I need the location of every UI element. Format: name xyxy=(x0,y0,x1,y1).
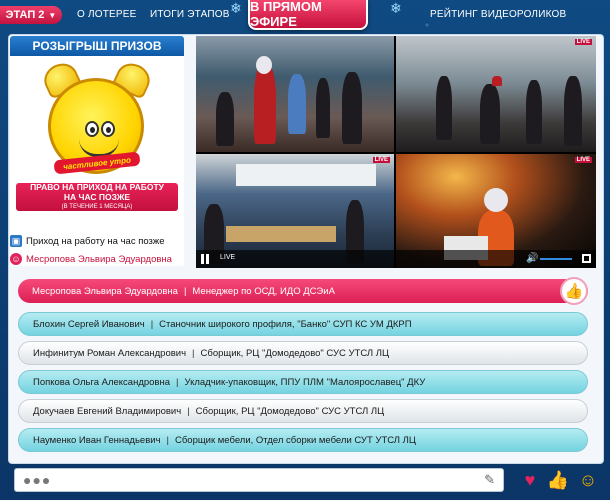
alarm-clock-image: частливое утро xyxy=(10,56,184,181)
winner-name: Попкова Ольга Александровна xyxy=(33,376,171,388)
banner-wall xyxy=(236,164,376,186)
winner-row[interactable]: Попкова Ольга Александровна | Укладчик-у… xyxy=(18,370,588,394)
pencil-icon[interactable]: ✎ xyxy=(484,472,495,488)
winner-name: Блохин Сергей Иванович xyxy=(33,318,145,330)
nav-about-lottery[interactable]: О ЛОТЕРЕЕ xyxy=(77,9,137,20)
gift-icon: ▣ xyxy=(10,235,22,247)
player-controls: LIVE 🔊 xyxy=(196,250,596,268)
camera-logo-tag: LIVE xyxy=(372,157,390,163)
winner-role: Сборщик мебели, Отдел сборки мебели СУТ … xyxy=(174,434,416,446)
winner-name: Докучаев Евгений Владимирович xyxy=(33,405,182,417)
food-table xyxy=(226,226,336,242)
winner-name: Науменко Иван Геннадьевич xyxy=(33,434,161,446)
winner-row[interactable]: Блохин Сергей Иванович | Станочник широк… xyxy=(18,312,588,336)
stage-selector[interactable]: ЭТАП 2 ▼ xyxy=(0,6,62,24)
person-figure xyxy=(484,188,508,212)
chevron-down-icon: ▼ xyxy=(48,10,57,20)
person-figure xyxy=(526,80,542,144)
winner-name: Инфинитум Роман Александрович xyxy=(33,347,187,359)
heart-icon[interactable]: ♥ xyxy=(518,468,542,492)
prize-title: РОЗЫГРЫШ ПРИЗОВ xyxy=(10,36,184,56)
winner-role: Сборщик, РЦ "Домодедово" СУС УТСЛ ЛЦ xyxy=(200,347,390,359)
person-figure xyxy=(436,76,452,140)
camera-feed-2: LIVE xyxy=(396,36,596,152)
prize-caption: ПРАВО НА ПРИХОД НА РАБОТУ НА ЧАС ПОЗЖЕ (… xyxy=(16,182,178,211)
eye-icon xyxy=(85,121,99,137)
winner-row[interactable]: Докучаев Евгений Владимирович | Сборщик,… xyxy=(18,399,588,423)
prize-caption-line2: НА ЧАС ПОЗЖЕ xyxy=(63,192,131,202)
person-figure xyxy=(564,76,582,146)
person-figure xyxy=(254,64,276,144)
nav-stage-results[interactable]: ИТОГИ ЭТАПОВ xyxy=(150,9,230,20)
live-video-player[interactable]: LIVE LIVE LIVE LIVE 🔊 xyxy=(196,36,596,268)
person-figure xyxy=(342,72,362,144)
winner-row[interactable]: Науменко Иван Геннадьевич | Сборщик мебе… xyxy=(18,428,588,452)
person-figure xyxy=(480,84,500,144)
winner-row[interactable]: Инфинитум Роман Александрович | Сборщик,… xyxy=(18,341,588,365)
separator: | xyxy=(187,405,190,417)
person-figure xyxy=(492,76,502,86)
separator: | xyxy=(183,285,187,297)
pause-icon[interactable] xyxy=(200,254,210,264)
nav-live-broadcast[interactable]: В ПРЯМОМ ЭФИРЕ xyxy=(248,0,368,30)
volume-icon[interactable]: 🔊 xyxy=(526,253,538,264)
chat-placeholder: ●●● xyxy=(23,472,52,488)
stage-label: ЭТАП 2 xyxy=(5,9,45,21)
eye-icon xyxy=(101,121,115,137)
nav-video-rating[interactable]: РЕЙТИНГ ВИДЕОРОЛИКОВ xyxy=(430,9,566,20)
winner-role: Укладчик-упаковщик, ППУ ПЛМ "Малоярослав… xyxy=(184,376,426,388)
prize-winner-row: ☺ Месропова Эльвира Эдуардовна xyxy=(10,250,186,268)
prize-winner-name: Месропова Эльвира Эдуардовна xyxy=(26,253,172,265)
separator: | xyxy=(166,434,169,446)
winner-row[interactable]: Месропова Эльвира Эдуардовна | Менеджер … xyxy=(18,279,588,303)
smiley-icon[interactable]: ☺ xyxy=(576,468,600,492)
winner-name: Месропова Эльвира Эдуардовна xyxy=(32,285,178,297)
separator: | xyxy=(176,376,179,388)
prize-caption-line1: ПРАВО НА ПРИХОД НА РАБОТУ xyxy=(30,182,164,192)
chat-input[interactable]: ●●● ✎ xyxy=(14,468,504,492)
volume-slider[interactable] xyxy=(540,258,572,260)
prize-caption-small: (В ТЕЧЕНИЕ 1 МЕСЯЦА) xyxy=(61,204,133,210)
prize-name: Приход на работу на час позже xyxy=(26,235,165,247)
live-indicator: LIVE xyxy=(220,254,236,261)
thumbs-up-icon[interactable]: 👍 xyxy=(546,468,570,492)
winner-role: Станочник широкого профиля, "Банко" СУП … xyxy=(159,318,412,330)
separator: | xyxy=(150,318,154,330)
person-figure xyxy=(288,74,306,134)
person-figure xyxy=(216,92,234,146)
snowflake-icon: ❄ xyxy=(390,0,402,16)
thumbs-up-icon[interactable]: 👍 xyxy=(560,277,588,305)
winner-role: Менеджер по ОСД, ИДО ДСЭиА xyxy=(192,285,335,297)
winner-role: Сборщик, РЦ "Домодедово" СУС УТСЛ ЛЦ xyxy=(195,405,385,417)
camera-logo-tag: LIVE xyxy=(574,39,592,45)
top-nav: ЭТАП 2 ▼ О ЛОТЕРЕЕ ИТОГИ ЭТАПОВ В ПРЯМОМ… xyxy=(0,0,610,30)
person-figure xyxy=(316,78,330,138)
camera-feed-1 xyxy=(196,36,394,152)
prize-name-row: ▣ Приход на работу на час позже xyxy=(10,232,186,250)
camera-logo-tag: LIVE xyxy=(574,157,592,163)
snowflake-icon: ❄ xyxy=(230,0,242,16)
smiley-icon: ☺ xyxy=(10,253,22,265)
fullscreen-icon[interactable] xyxy=(582,254,591,263)
separator: | xyxy=(192,347,195,359)
person-figure xyxy=(256,56,272,74)
